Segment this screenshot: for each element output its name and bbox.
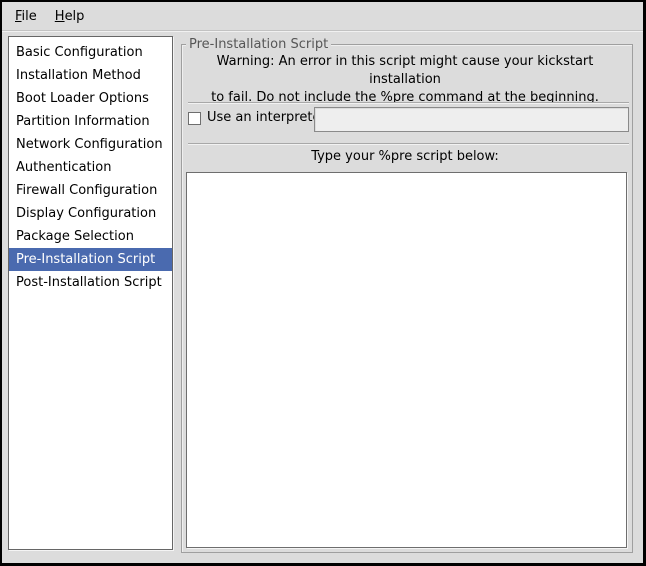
separator <box>188 102 629 104</box>
interpreter-entry[interactable] <box>314 107 629 132</box>
warning-line-2: to fail. Do not include the %pre command… <box>182 89 628 107</box>
sidebar-item-partition-information[interactable]: Partition Information <box>9 110 172 133</box>
warning-line-1: Warning: An error in this script might c… <box>182 53 628 89</box>
config-steps-list: Basic ConfigurationInstallation MethodBo… <box>8 36 173 550</box>
kickstart-configurator-window: File Help Basic ConfigurationInstallatio… <box>0 0 646 566</box>
sidebar-item-pre-installation-script[interactable]: Pre-Installation Script <box>9 248 172 271</box>
sidebar-item-basic-configuration[interactable]: Basic Configuration <box>9 41 172 64</box>
sidebar-item-network-configuration[interactable]: Network Configuration <box>9 133 172 156</box>
sidebar-item-display-configuration[interactable]: Display Configuration <box>9 202 172 225</box>
sidebar-item-firewall-configuration[interactable]: Firewall Configuration <box>9 179 172 202</box>
script-label: Type your %pre script below: <box>182 148 628 165</box>
warning-text: Warning: An error in this script might c… <box>182 53 628 107</box>
use-interpreter-checkbox[interactable] <box>188 112 201 125</box>
menu-file[interactable]: File <box>6 5 46 28</box>
sidebar-item-post-installation-script[interactable]: Post-Installation Script <box>9 271 172 294</box>
menu-help-label: elp <box>65 9 85 24</box>
sidebar-item-installation-method[interactable]: Installation Method <box>9 64 172 87</box>
pre-installation-script-frame: Pre-Installation Script Warning: An erro… <box>181 44 633 553</box>
menu-file-label: ile <box>22 9 37 24</box>
sidebar-item-authentication[interactable]: Authentication <box>9 156 172 179</box>
sidebar-item-boot-loader-options[interactable]: Boot Loader Options <box>9 87 172 110</box>
frame-title: Pre-Installation Script <box>186 37 331 52</box>
separator <box>188 143 629 145</box>
menu-help-accel: H <box>55 9 65 24</box>
use-interpreter-label[interactable]: Use an interpreter: <box>207 110 330 126</box>
pre-script-textarea[interactable] <box>186 172 627 548</box>
menu-help[interactable]: Help <box>46 5 94 28</box>
sidebar-item-package-selection[interactable]: Package Selection <box>9 225 172 248</box>
menu-bar: File Help <box>2 2 643 31</box>
